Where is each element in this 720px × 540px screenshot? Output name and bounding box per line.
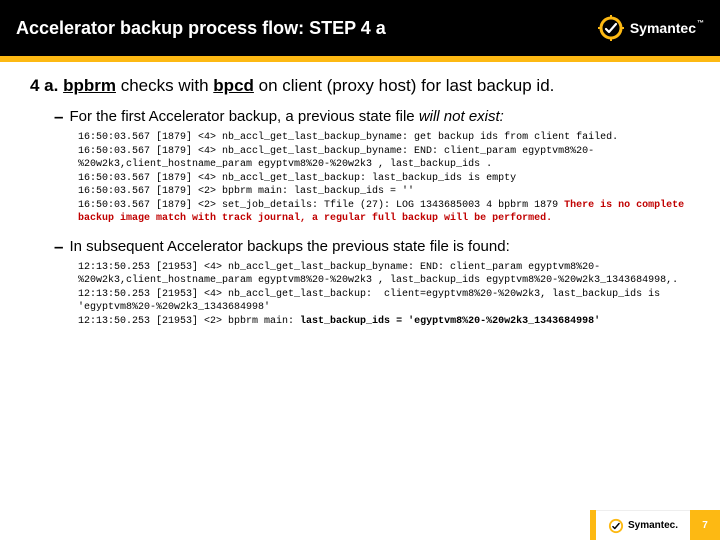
bullet-2-text: In subsequent Accelerator backups the pr… xyxy=(69,238,690,255)
bullet-1: – For the first Accelerator backup, a pr… xyxy=(54,108,690,125)
log-block-2: 12:13:50.253 [21953] <4> nb_accl_get_las… xyxy=(78,261,690,329)
footer: Symantec. 7 xyxy=(590,510,720,540)
brand-logo: Symantec™ xyxy=(598,15,704,41)
symantec-ring-icon xyxy=(608,518,624,534)
footer-logo: Symantec. xyxy=(596,510,690,540)
step-term-2: bpcd xyxy=(213,76,254,95)
bullet-2: – In subsequent Accelerator backups the … xyxy=(54,238,690,255)
step-mid-1: checks with xyxy=(116,76,213,95)
trademark: ™ xyxy=(697,20,704,27)
log-1-plain: 16:50:03.567 [1879] <4> nb_accl_get_last… xyxy=(78,132,618,211)
step-term-1: bpbrm xyxy=(63,76,116,95)
bullet-dash: – xyxy=(54,238,63,255)
step-heading: 4 a. bpbrm checks with bpcd on client (p… xyxy=(30,76,690,96)
step-mid-2: on client (proxy host) for last backup i… xyxy=(254,76,554,95)
brand-text: Symantec xyxy=(630,20,696,36)
log-2-highlight: last_backup_ids = 'egyptvm8%20-%20w2k3_1… xyxy=(300,316,600,327)
footer-brand-text: Symantec. xyxy=(628,520,678,531)
slide-content: 4 a. bpbrm checks with bpcd on client (p… xyxy=(0,62,720,328)
log-block-1: 16:50:03.567 [1879] <4> nb_accl_get_last… xyxy=(78,131,690,226)
symantec-ring-icon xyxy=(598,15,624,41)
bullet-1-text: For the first Accelerator backup, a prev… xyxy=(69,108,690,125)
step-prefix: 4 a. xyxy=(30,76,63,95)
header-bar: Accelerator backup process flow: STEP 4 … xyxy=(0,0,720,56)
page-title: Accelerator backup process flow: STEP 4 … xyxy=(16,18,386,39)
bullet-dash: – xyxy=(54,108,63,125)
page-number: 7 xyxy=(690,510,720,540)
